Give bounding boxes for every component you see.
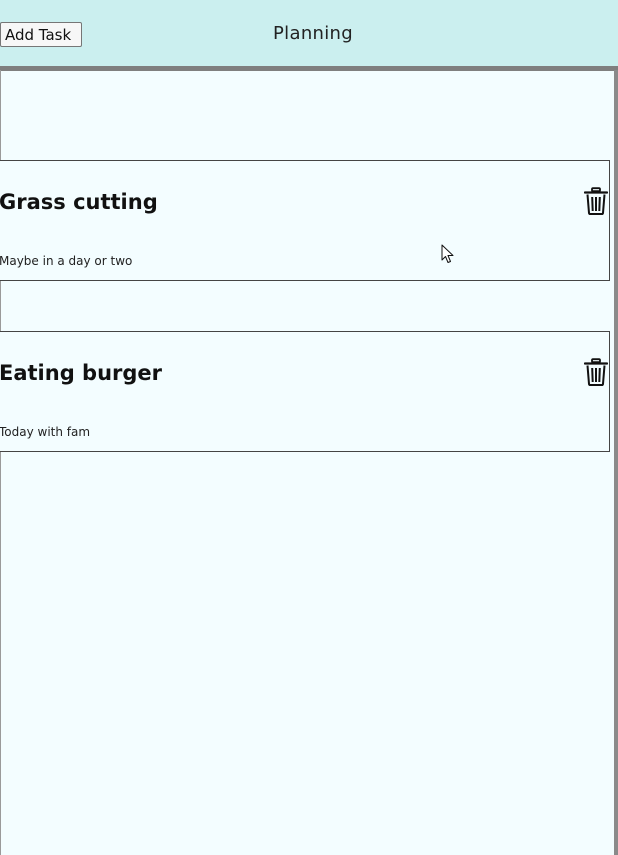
trash-icon[interactable] [584,358,608,386]
task-title: Eating burger [0,361,163,385]
trash-icon[interactable] [584,187,608,215]
page-title: Planning [273,23,353,44]
task-description: Maybe in a day or two [0,254,133,268]
planning-page: Add Task Planning Grass cutting Maybe in… [0,0,618,855]
scrollbar-track[interactable] [614,70,618,855]
task-description: Today with fam [0,425,91,439]
task-card: Grass cutting Maybe in a day or two [0,160,610,281]
app-header: Add Task Planning [0,0,618,66]
header-divider [0,66,618,71]
task-title: Grass cutting [0,190,158,214]
task-card: Eating burger Today with fam [0,331,610,452]
